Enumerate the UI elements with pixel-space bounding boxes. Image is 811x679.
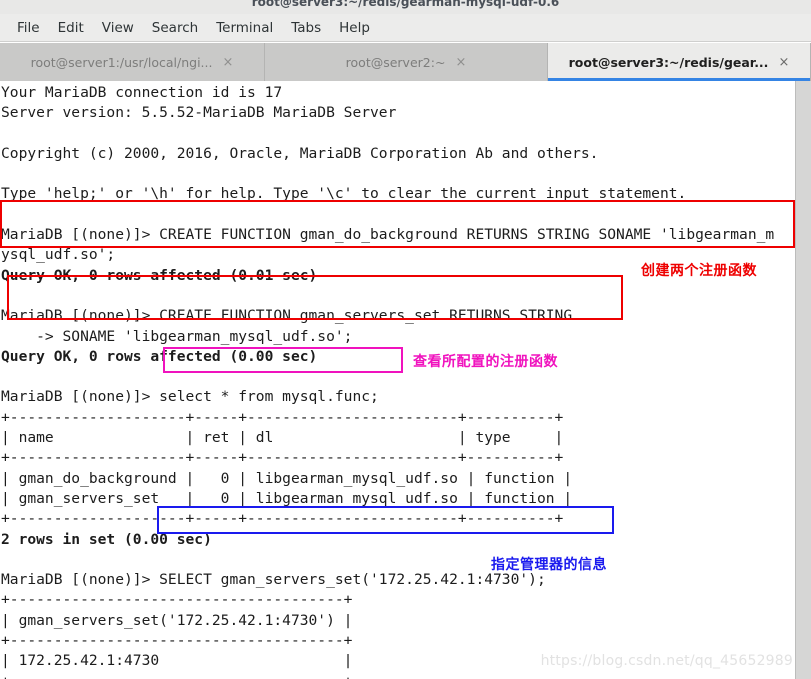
terminal-line: | name | ret | dl | type | xyxy=(1,429,564,447)
terminal-line: | gman_servers_set('172.25.42.1:4730') | xyxy=(1,611,353,629)
scrollbar-thumb[interactable] xyxy=(798,81,809,679)
menu-item-terminal[interactable]: Terminal xyxy=(207,18,282,38)
menu-item-help[interactable]: Help xyxy=(330,18,379,38)
menu-bar: File Edit View Search Terminal Tabs Help xyxy=(0,14,811,42)
terminal-line: MariaDB [(none)]> CREATE FUNCTION gman_s… xyxy=(1,307,573,325)
tab-server2-label: root@server2:~ xyxy=(345,54,446,70)
vertical-scrollbar[interactable] xyxy=(795,81,811,679)
terminal-line: | gman_servers_set | 0 | libgearman_mysq… xyxy=(1,489,573,507)
tab-bar: root@server1:/usr/local/ngi... × root@se… xyxy=(0,43,811,81)
terminal-output-area[interactable]: Your MariaDB connection id is 17 Server v… xyxy=(0,81,811,679)
tab-server1[interactable]: root@server1:/usr/local/ngi... × xyxy=(0,43,265,81)
terminal-line: +--------------------------------------+ xyxy=(1,632,353,650)
terminal-line: MariaDB [(none)]> select * from mysql.fu… xyxy=(1,388,379,406)
terminal-line: MariaDB [(none)]> SELECT gman_servers_se… xyxy=(1,571,546,589)
terminal-line: +--------------------+-----+------------… xyxy=(1,449,564,467)
annotation-view-functions: 查看所配置的注册函数 xyxy=(413,354,558,370)
watermark: https://blog.csdn.net/qq_45652989 xyxy=(540,653,793,669)
terminal-line: | gman_do_background | 0 | libgearman_my… xyxy=(1,469,573,487)
window-title: root@server3:~/redis/gearman-mysql-udf-0… xyxy=(251,0,560,9)
terminal-line: Copyright (c) 2000, 2016, Oracle, MariaD… xyxy=(1,144,599,162)
close-icon[interactable]: × xyxy=(778,56,789,69)
terminal-line: Your MariaDB connection id is 17 xyxy=(1,84,283,101)
terminal-line: Type 'help;' or '\h' for help. Type '\c'… xyxy=(1,185,687,203)
terminal-line: +--------------------+-----+------------… xyxy=(1,510,564,528)
terminal-line: +--------------------------------------+ xyxy=(1,591,353,609)
menu-item-view[interactable]: View xyxy=(93,18,143,38)
terminal-line: -> SONAME 'libgearman_mysql_udf.so'; xyxy=(1,327,353,345)
menu-item-search[interactable]: Search xyxy=(143,18,207,38)
close-icon[interactable]: × xyxy=(455,56,466,69)
menu-item-edit[interactable]: Edit xyxy=(49,18,93,38)
terminal-line: +--------------------+-----+------------… xyxy=(1,408,564,426)
menu-item-file[interactable]: File xyxy=(8,18,49,38)
close-icon[interactable]: × xyxy=(222,56,233,69)
tab-server3-label: root@server3:~/redis/gear... xyxy=(568,54,769,70)
tab-server3[interactable]: root@server3:~/redis/gear... × xyxy=(548,43,811,81)
menu-item-tabs[interactable]: Tabs xyxy=(282,18,330,38)
terminal-line: MariaDB [(none)]> CREATE FUNCTION gman_d… xyxy=(1,226,775,244)
window-titlebar: root@server3:~/redis/gearman-mysql-udf-0… xyxy=(0,0,811,15)
tab-server1-label: root@server1:/usr/local/ngi... xyxy=(30,54,213,70)
annotation-create-functions: 创建两个注册函数 xyxy=(641,263,757,279)
terminal-line: Query OK, 0 rows affected (0.00 sec) xyxy=(1,347,318,365)
terminal-text: Your MariaDB connection id is 17 Server v… xyxy=(0,81,795,679)
terminal-line: +--------------------------------------+ xyxy=(1,672,795,679)
terminal-line: Server version: 5.5.52-MariaDB MariaDB S… xyxy=(1,104,397,122)
terminal-window: root@server3:~/redis/gearman-mysql-udf-0… xyxy=(0,0,811,679)
tab-server2[interactable]: root@server2:~ × xyxy=(265,43,548,81)
terminal-line: 2 rows in set (0.00 sec) xyxy=(1,530,212,548)
annotation-manager-info: 指定管理器的信息 xyxy=(491,557,607,573)
